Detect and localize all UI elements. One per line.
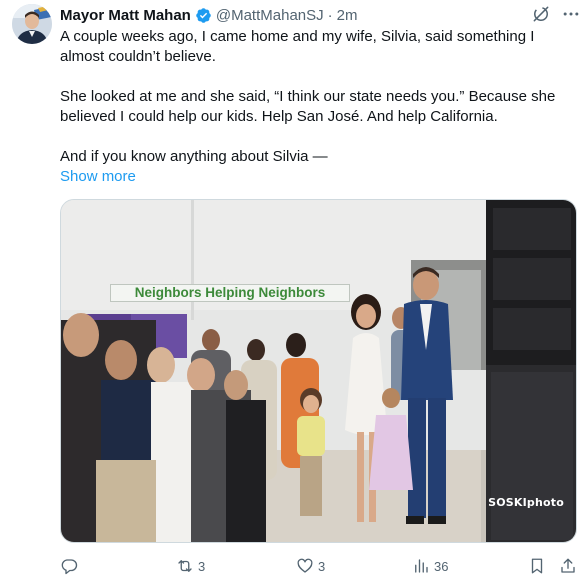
photo-watermark: SOSKIphoto: [488, 496, 564, 509]
tweet-paragraph: And if you know anything about Silvia —: [60, 148, 328, 165]
avatar-image: [12, 4, 52, 44]
wall-sign: Neighbors Helping Neighbors: [110, 284, 350, 302]
author-name[interactable]: Mayor Matt Mahan: [60, 7, 191, 24]
tweet-photo[interactable]: Neighbors Helping Neighbors SOSKIphoto: [60, 199, 577, 543]
tweet-text: A couple weeks ago, I came home and my w…: [60, 27, 580, 167]
like-button[interactable]: 3: [296, 554, 325, 578]
bookmark-button[interactable]: [528, 554, 546, 578]
author-handle[interactable]: @MattMahanSJ: [216, 7, 324, 24]
like-count: 3: [318, 558, 326, 574]
separator-dot: ·: [327, 6, 333, 24]
share-icon: [561, 558, 575, 573]
show-more-link[interactable]: Show more: [60, 167, 136, 187]
tweet-header: Mayor Matt Mahan @MattMahanSJ · 2m: [60, 5, 357, 25]
timestamp[interactable]: 2m: [337, 7, 358, 24]
repost-icon: [178, 560, 192, 572]
avatar[interactable]: [12, 4, 52, 44]
repost-button[interactable]: 3: [176, 554, 205, 578]
reply-button[interactable]: [60, 554, 82, 578]
bookmark-icon: [531, 558, 543, 574]
reply-icon: [61, 559, 78, 575]
like-icon: [297, 558, 313, 573]
grok-icon[interactable]: [531, 4, 551, 24]
views-icon: [415, 559, 428, 573]
tweet-card[interactable]: Mayor Matt Mahan @MattMahanSJ · 2m A cou…: [0, 0, 587, 588]
verified-badge-icon: [196, 7, 211, 23]
action-bar: 3 3 36: [60, 554, 580, 578]
more-icon[interactable]: [561, 4, 581, 24]
tweet-paragraph: A couple weeks ago, I came home and my w…: [60, 28, 535, 65]
photo-scene: [61, 200, 576, 542]
tweet-paragraph: She looked at me and she said, “I think …: [60, 88, 556, 125]
share-button[interactable]: [559, 554, 577, 578]
views-button[interactable]: 36: [412, 554, 448, 578]
views-count: 36: [434, 558, 449, 574]
repost-count: 3: [198, 558, 206, 574]
